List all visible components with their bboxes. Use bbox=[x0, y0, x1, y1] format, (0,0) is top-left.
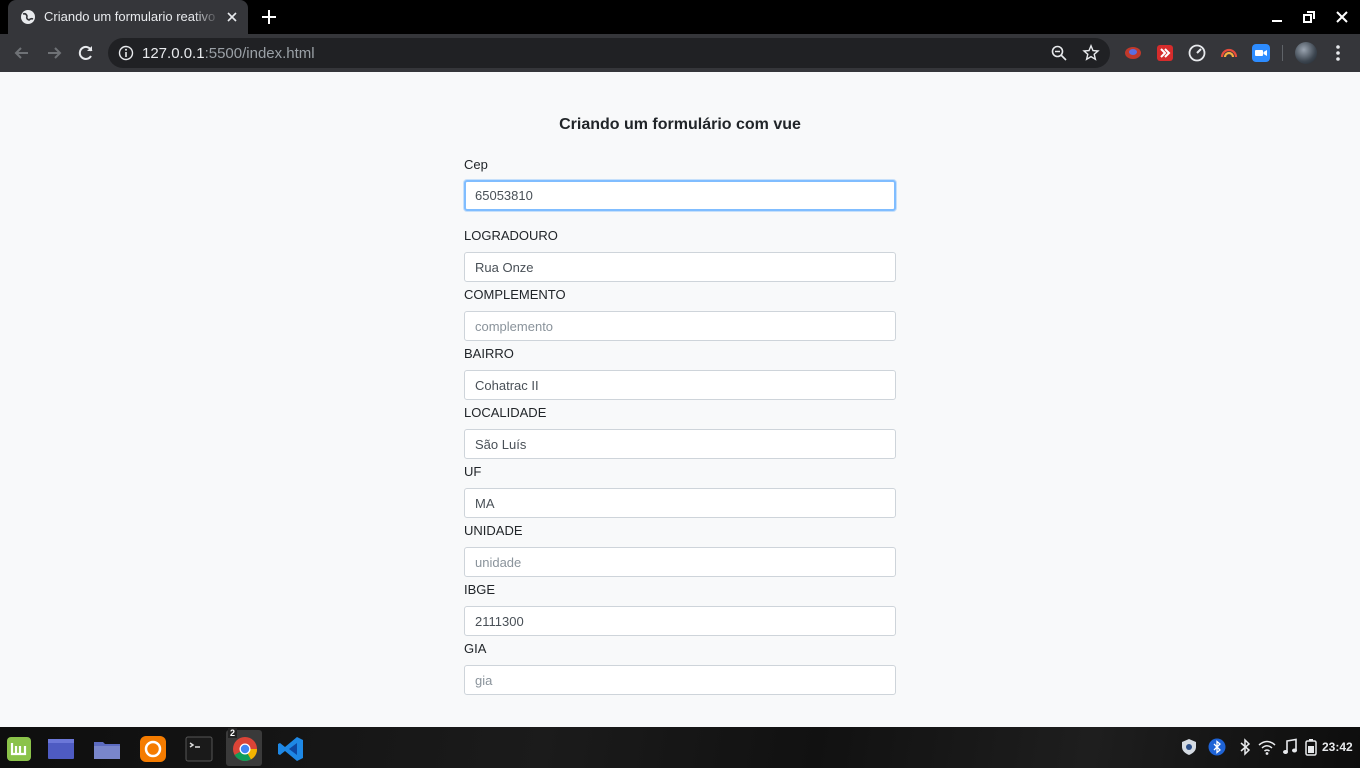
address-bar[interactable]: 127.0.0.1:5500/index.html bbox=[108, 38, 1110, 68]
clock[interactable]: 23:42 bbox=[1322, 740, 1353, 754]
uf-input[interactable] bbox=[464, 488, 896, 518]
extension-speed-icon[interactable] bbox=[1188, 44, 1206, 62]
reload-icon[interactable] bbox=[76, 43, 96, 63]
logradouro-label: LOGRADOURO bbox=[464, 228, 558, 243]
ibge-input[interactable] bbox=[464, 606, 896, 636]
tab-title: Criando um formulario reativo com vue bbox=[44, 9, 220, 24]
minimize-icon[interactable] bbox=[1269, 9, 1285, 25]
battery-icon[interactable] bbox=[1302, 738, 1320, 756]
browser-toolbar: 127.0.0.1:5500/index.html bbox=[0, 34, 1360, 72]
taskbar-vscode-button[interactable] bbox=[272, 730, 308, 766]
music-note-icon[interactable] bbox=[1281, 738, 1299, 756]
close-window-icon[interactable] bbox=[1334, 9, 1350, 25]
back-icon[interactable] bbox=[12, 43, 32, 63]
cep-label: Cep bbox=[464, 157, 488, 172]
forward-icon[interactable] bbox=[44, 43, 64, 63]
uf-label: UF bbox=[464, 464, 482, 479]
taskbar-folder-button[interactable] bbox=[88, 730, 124, 766]
extension-forward-icon[interactable] bbox=[1156, 44, 1174, 62]
browser-tab[interactable]: Criando um formulario reativo com vue bbox=[8, 0, 248, 34]
restore-icon[interactable] bbox=[1301, 9, 1317, 25]
chrome-window-count: 2 bbox=[228, 728, 238, 738]
terminal-icon bbox=[185, 736, 213, 762]
menu-dots-icon[interactable] bbox=[1330, 43, 1346, 63]
chrome-icon bbox=[233, 737, 257, 762]
zoom-icon[interactable] bbox=[1050, 44, 1068, 62]
profile-avatar[interactable] bbox=[1295, 42, 1317, 64]
taskbar-files-button[interactable] bbox=[42, 730, 78, 766]
extension-zoom-video-icon[interactable] bbox=[1252, 44, 1270, 62]
complemento-input[interactable] bbox=[464, 311, 896, 341]
extension-rainbow-icon[interactable] bbox=[1220, 44, 1238, 62]
new-tab-icon[interactable] bbox=[260, 8, 278, 26]
gia-label: GIA bbox=[464, 641, 487, 656]
taskbar: 2 23:42 bbox=[0, 727, 1360, 768]
bluetooth-app-icon[interactable] bbox=[1208, 738, 1226, 756]
extension-toggl-icon[interactable] bbox=[1124, 44, 1142, 62]
vscode-icon bbox=[278, 737, 303, 761]
taskbar-chrome-button[interactable]: 2 bbox=[226, 728, 262, 766]
close-tab-icon[interactable] bbox=[224, 9, 240, 25]
cep-input[interactable] bbox=[464, 180, 896, 211]
ibge-label: IBGE bbox=[464, 582, 496, 597]
unidade-label: UNIDADE bbox=[464, 523, 523, 538]
linux-mint-icon bbox=[7, 737, 31, 761]
info-icon[interactable] bbox=[118, 45, 134, 61]
bluetooth-icon[interactable] bbox=[1236, 738, 1254, 756]
orange-app-icon bbox=[140, 736, 166, 762]
complemento-label: COMPLEMENTO bbox=[464, 287, 566, 302]
taskbar-terminal-button[interactable] bbox=[180, 730, 216, 766]
url-text: 127.0.0.1:5500/index.html bbox=[142, 45, 315, 62]
bookmark-star-icon[interactable] bbox=[1082, 44, 1100, 62]
mint-menu-button[interactable] bbox=[0, 730, 36, 766]
localidade-input[interactable] bbox=[464, 429, 896, 459]
bairro-input[interactable] bbox=[464, 370, 896, 400]
page-title: Criando um formulário com vue bbox=[559, 116, 801, 133]
window-icon bbox=[48, 739, 74, 759]
logradouro-input[interactable] bbox=[464, 252, 896, 282]
taskbar-app-orange-button[interactable] bbox=[134, 730, 170, 766]
wifi-icon[interactable] bbox=[1258, 738, 1276, 756]
bairro-label: BAIRRO bbox=[464, 346, 514, 361]
globe-icon bbox=[21, 10, 35, 24]
page-content: Criando um formulário com vue Cep LOGRAD… bbox=[0, 72, 1360, 727]
shield-icon[interactable] bbox=[1180, 738, 1198, 756]
gia-input[interactable] bbox=[464, 665, 896, 695]
folder-icon bbox=[94, 742, 120, 759]
tab-strip: Criando um formulario reativo com vue bbox=[0, 0, 1360, 34]
unidade-input[interactable] bbox=[464, 547, 896, 577]
toolbar-separator bbox=[1282, 45, 1283, 61]
localidade-label: LOCALIDADE bbox=[464, 405, 547, 420]
